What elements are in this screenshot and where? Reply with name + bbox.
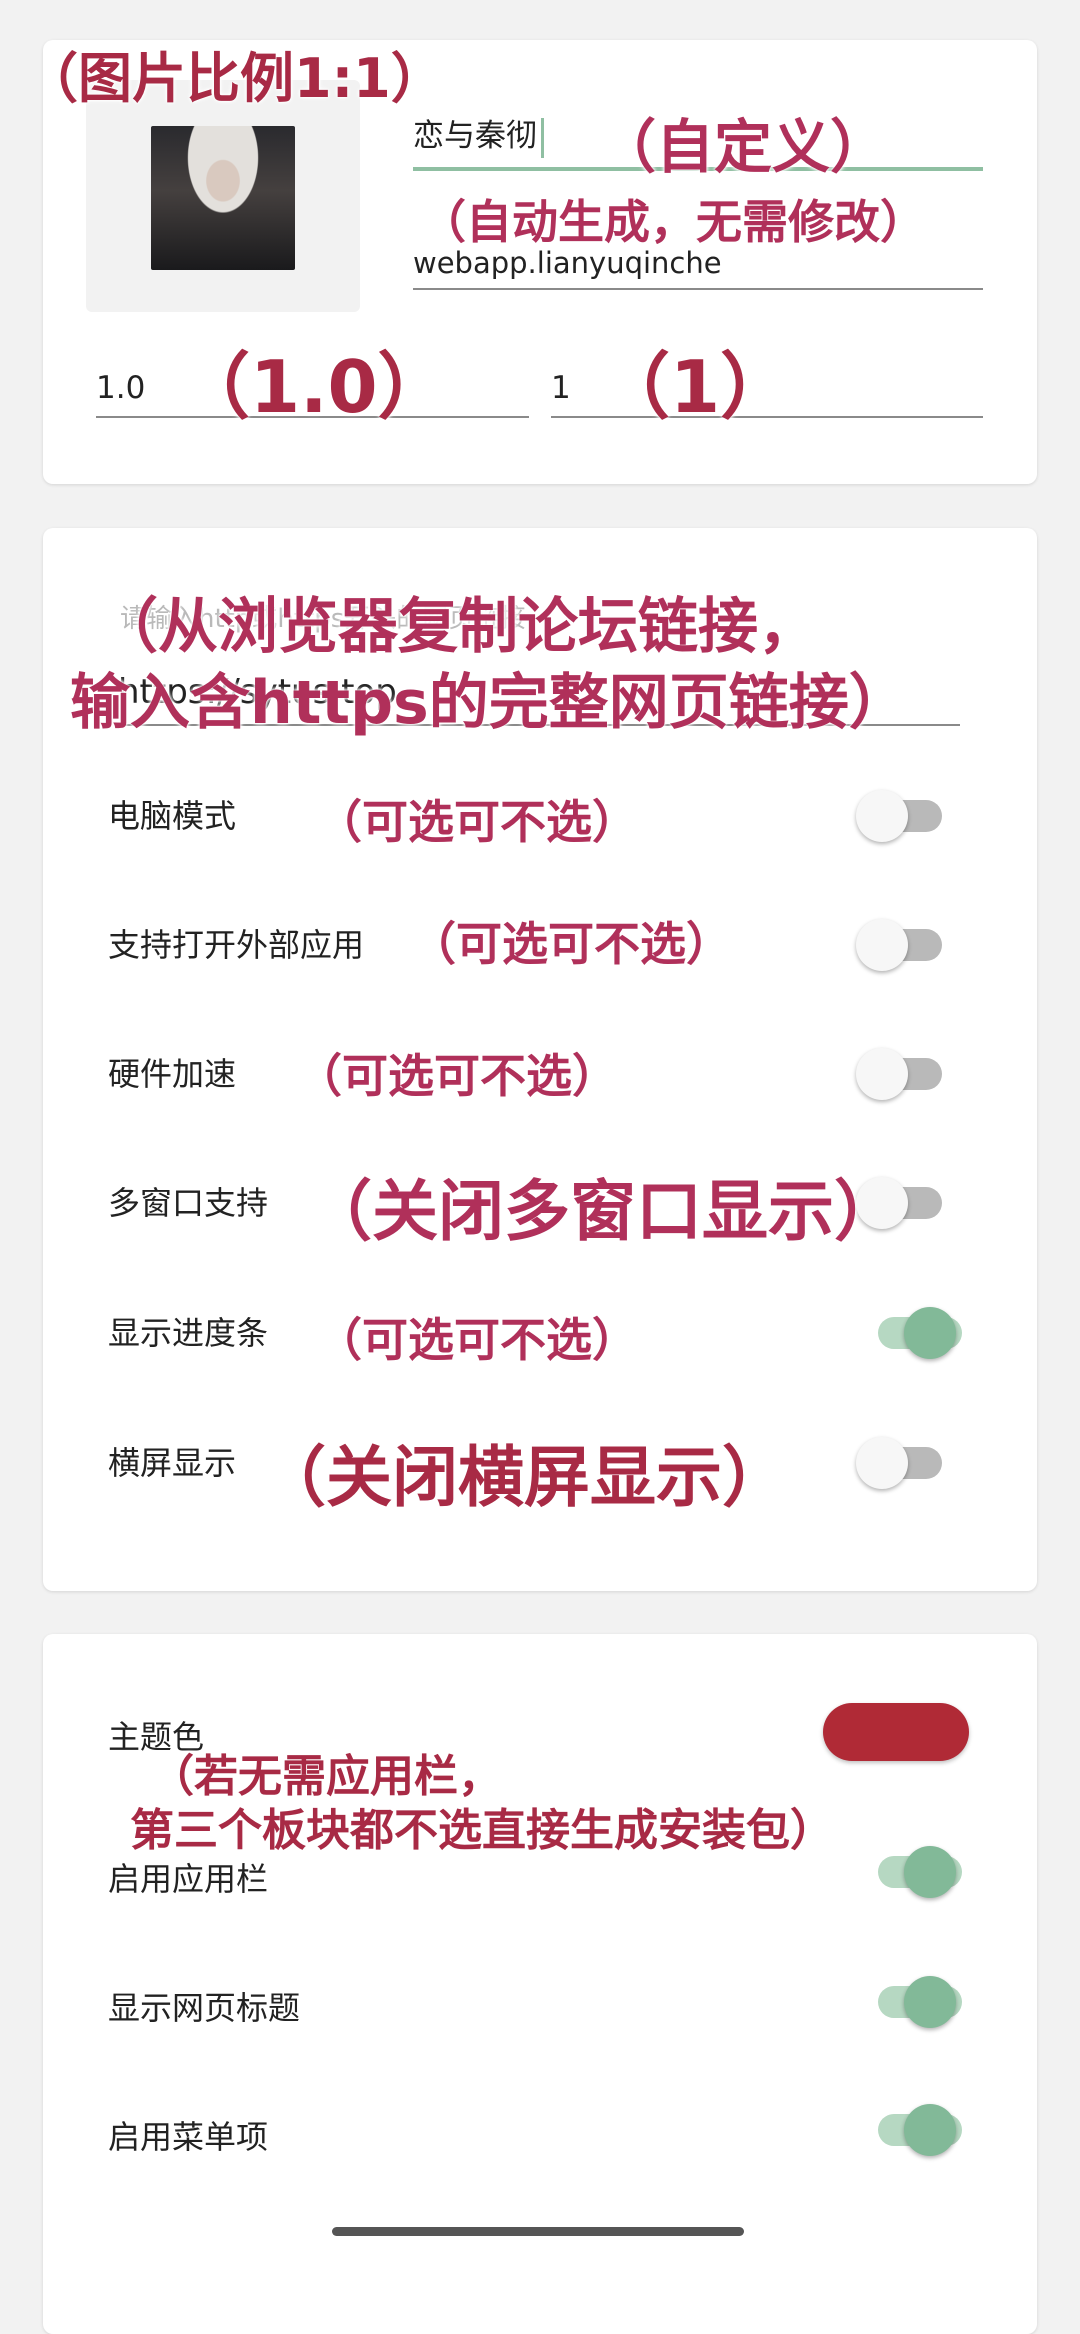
annotation-url-line1: （从浏览器复制论坛链接， bbox=[98, 592, 818, 662]
toggle-page-title[interactable] bbox=[858, 1976, 962, 2028]
annotation-close-multi-window: （关闭多窗口显示） bbox=[306, 1173, 900, 1250]
option-label-hardware-accel: 硬件加速 bbox=[108, 1055, 237, 1093]
annotation-url-line2: 输入含https的完整网页链接） bbox=[70, 668, 909, 738]
toggle-menu-item[interactable] bbox=[858, 2104, 962, 2156]
toggle-desktop-mode[interactable] bbox=[856, 790, 948, 842]
option-label-open-external: 支持打开外部应用 bbox=[108, 926, 365, 964]
theme-color-swatch[interactable] bbox=[823, 1703, 969, 1761]
annotation-ratio: （图片比例1:1） bbox=[24, 47, 445, 110]
option-label-menu-item: 启用菜单项 bbox=[108, 2118, 269, 2156]
option-label-page-title: 显示网页标题 bbox=[108, 1989, 301, 2027]
toggle-landscape[interactable] bbox=[856, 1437, 948, 1489]
annotation-optional-hardware: （可选可不选） bbox=[296, 1049, 618, 1103]
annotation-optional-progress: （可选可不选） bbox=[316, 1313, 638, 1367]
annotation-optional-external: （可选可不选） bbox=[410, 917, 732, 971]
text-cursor bbox=[541, 117, 544, 158]
option-label-progress-bar: 显示进度条 bbox=[108, 1314, 269, 1352]
annotation-optional-desktop: （可选可不选） bbox=[316, 795, 638, 849]
app-icon-image[interactable] bbox=[151, 126, 295, 270]
annotation-version-code: （1） bbox=[598, 345, 793, 429]
option-label-desktop-mode: 电脑模式 bbox=[108, 797, 237, 835]
annotation-version-name: （1.0） bbox=[178, 345, 450, 429]
option-label-landscape: 横屏显示 bbox=[108, 1444, 237, 1482]
version-code-value: 1 bbox=[551, 370, 571, 406]
annotation-close-landscape: （关闭横屏显示） bbox=[260, 1439, 788, 1516]
toggle-hardware-accel[interactable] bbox=[856, 1048, 948, 1100]
toggle-open-external[interactable] bbox=[856, 919, 948, 971]
gesture-navigation-bar[interactable] bbox=[332, 2227, 744, 2236]
annotation-app-bar-line2: 第三个板块都不选直接生成安装包） bbox=[130, 1805, 834, 1856]
app-name-value: 恋与秦彻 bbox=[413, 118, 537, 154]
toggle-app-bar[interactable] bbox=[858, 1846, 962, 1898]
version-name-value: 1.0 bbox=[96, 370, 146, 406]
option-label-multi-window: 多窗口支持 bbox=[108, 1184, 269, 1222]
option-label-app-bar: 启用应用栏 bbox=[108, 1860, 269, 1898]
toggle-progress-bar[interactable] bbox=[858, 1307, 962, 1359]
annotation-auto: （自动生成，无需修改） bbox=[420, 195, 926, 249]
annotation-custom: （自定义） bbox=[598, 113, 889, 181]
